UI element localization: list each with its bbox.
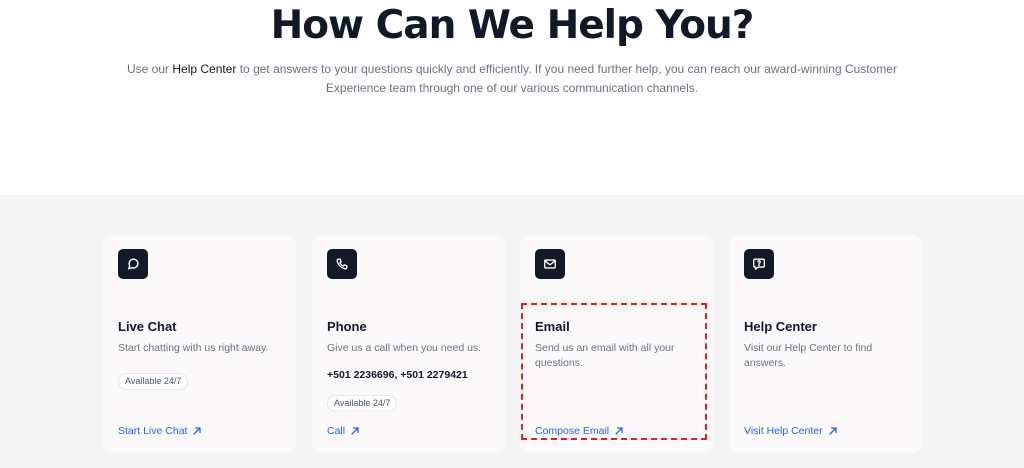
live-chat-card: Live Chat Start chatting with us right a… [103, 235, 296, 453]
visit-help-center-label: Visit Help Center [744, 425, 823, 437]
email-card: Email Send us an email with all your que… [520, 235, 713, 453]
intro-text-start: Use our [127, 62, 173, 76]
phone-title: Phone [327, 319, 367, 334]
intro-text: Use our Help Center to get answers to yo… [112, 60, 912, 98]
envelope-icon [535, 249, 565, 279]
page-title: How Can We Help You? [270, 3, 755, 48]
arrow-up-right-icon [351, 427, 359, 435]
phone-availability-badge: Available 24/7 [327, 395, 398, 412]
hero-section: How Can We Help You? Use our Help Center… [0, 0, 1024, 195]
start-live-chat-label: Start Live Chat [118, 425, 188, 437]
call-link[interactable]: Call [327, 425, 360, 437]
email-title: Email [535, 319, 570, 334]
help-message-icon [744, 249, 774, 279]
help-center-description: Visit our Help Center to find answers. [744, 342, 873, 369]
arrow-up-right-icon [193, 427, 202, 435]
call-label: Call [327, 425, 346, 437]
chat-bubble-icon [118, 249, 148, 279]
phone-numbers: +501 2236696, +501 2279421 [327, 369, 468, 381]
intro-help-center-link[interactable]: Help Center [172, 62, 236, 76]
live-chat-availability-badge: Available 24/7 [118, 373, 189, 390]
email-description: Send us an email with all your questions… [535, 342, 675, 369]
compose-email-label: Compose Email [535, 425, 610, 437]
help-center-title: Help Center [744, 319, 817, 334]
help-center-card: Help Center Visit our Help Center to fin… [729, 235, 922, 453]
live-chat-title: Live Chat [118, 319, 177, 334]
phone-card: Phone Give us a call when you need us. +… [312, 235, 505, 453]
visit-help-center-link[interactable]: Visit Help Center [744, 425, 838, 437]
phone-description: Give us a call when you need us. [327, 342, 482, 354]
intro-text-end: to get answers to your questions quickly… [236, 62, 897, 95]
live-chat-description: Start chatting with us right away. [118, 342, 269, 354]
arrow-up-right-icon [615, 427, 623, 435]
phone-icon [327, 249, 357, 279]
compose-email-link[interactable]: Compose Email [535, 425, 624, 437]
arrow-up-right-icon [828, 427, 837, 435]
start-live-chat-link[interactable]: Start Live Chat [118, 425, 202, 437]
